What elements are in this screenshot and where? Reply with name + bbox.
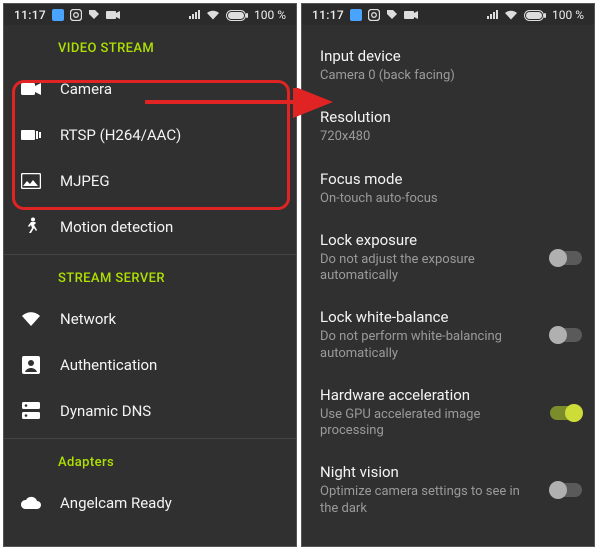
setting-title: Lock exposure xyxy=(320,231,534,249)
image-icon xyxy=(20,173,42,189)
setting-resolution[interactable]: Resolution 720x480 xyxy=(302,96,594,157)
instagram-icon xyxy=(368,9,380,21)
setting-subtitle: Camera 0 (back facing) xyxy=(320,68,534,84)
run-icon xyxy=(20,217,42,237)
item-authentication[interactable]: Authentication xyxy=(4,342,296,388)
item-mjpeg[interactable]: MJPEG xyxy=(4,158,296,204)
battery-icon xyxy=(226,10,248,21)
signal-icon xyxy=(486,10,498,20)
item-motion-detection[interactable]: Motion detection xyxy=(4,204,296,250)
toggle-switch[interactable] xyxy=(550,251,582,265)
clock: 11:17 xyxy=(312,8,344,22)
camera-icon xyxy=(404,10,418,20)
setting-focus-mode[interactable]: Focus mode On-touch auto-focus xyxy=(302,158,594,219)
battery-percent: 100 % xyxy=(254,8,286,22)
phone-right: 11:17 100 % Input device Camera 0 (back … xyxy=(301,3,595,547)
setting-subtitle: On-touch auto-focus xyxy=(320,191,534,207)
divider xyxy=(4,438,296,439)
setting-title: Input device xyxy=(320,47,534,65)
signal-icon xyxy=(188,10,200,20)
item-label: RTSP (H264/AAC) xyxy=(60,126,181,144)
status-bar: 11:17 100 % xyxy=(302,4,594,25)
setting-subtitle: Use GPU accelerated image processing xyxy=(320,407,534,440)
app-icon xyxy=(52,9,64,21)
section-stream-server: STREAM SERVER xyxy=(4,259,296,296)
clock: 11:17 xyxy=(14,8,46,22)
item-angelcam[interactable]: Angelcam Ready xyxy=(4,480,296,526)
dns-icon xyxy=(20,402,42,420)
setting-hardware-acceleration[interactable]: Hardware acceleration Use GPU accelerate… xyxy=(302,374,594,452)
item-rtsp[interactable]: RTSP (H264/AAC) xyxy=(4,112,296,158)
wifi-icon xyxy=(504,10,518,20)
battery-percent: 100 % xyxy=(552,8,584,22)
setting-subtitle: Do not perform white-balancing automatic… xyxy=(320,329,534,362)
toggle-switch[interactable] xyxy=(550,328,582,342)
setting-subtitle: Optimize camera settings to see in the d… xyxy=(320,484,534,517)
setting-title: Focus mode xyxy=(320,170,534,188)
tag-icon xyxy=(88,9,100,21)
cloud-icon xyxy=(20,496,42,510)
setting-title: Night vision xyxy=(320,463,534,481)
videocam-icon xyxy=(20,82,42,96)
instagram-icon xyxy=(70,9,82,21)
item-label: Angelcam Ready xyxy=(60,494,172,512)
app-icon xyxy=(350,9,362,21)
setting-title: Hardware acceleration xyxy=(320,386,534,404)
setting-subtitle: Do not adjust the exposure automatically xyxy=(320,252,534,285)
setting-lock-exposure[interactable]: Lock exposure Do not adjust the exposure… xyxy=(302,219,594,297)
section-adapters: Adapters xyxy=(4,443,296,480)
setting-title: Resolution xyxy=(320,108,534,126)
item-camera[interactable]: Camera xyxy=(4,66,296,112)
status-bar: 11:17 100 % xyxy=(4,4,296,25)
item-label: MJPEG xyxy=(60,172,110,190)
item-dynamic-dns[interactable]: Dynamic DNS xyxy=(4,388,296,434)
setting-input-device[interactable]: Input device Camera 0 (back facing) xyxy=(302,35,594,96)
stream-icon xyxy=(20,128,42,142)
item-label: Motion detection xyxy=(60,218,173,236)
section-video-stream: VIDEO STREAM xyxy=(4,25,296,66)
wifi-icon xyxy=(20,311,42,327)
battery-icon xyxy=(524,10,546,21)
setting-subtitle: 720x480 xyxy=(320,129,534,145)
toggle-switch[interactable] xyxy=(550,483,582,497)
item-label: Camera xyxy=(60,80,112,98)
item-label: Dynamic DNS xyxy=(60,402,151,420)
setting-title: Lock white-balance xyxy=(320,308,534,326)
camera-icon xyxy=(106,10,120,20)
divider xyxy=(4,254,296,255)
setting-lock-white-balance[interactable]: Lock white-balance Do not perform white-… xyxy=(302,296,594,374)
item-network[interactable]: Network xyxy=(4,296,296,342)
item-label: Authentication xyxy=(60,356,157,374)
item-label: Network xyxy=(60,310,116,328)
setting-night-vision[interactable]: Night vision Optimize camera settings to… xyxy=(302,451,594,529)
account-box-icon xyxy=(20,356,42,374)
wifi-icon xyxy=(206,10,220,20)
toggle-switch[interactable] xyxy=(550,406,582,420)
tag-icon xyxy=(386,9,398,21)
phone-left: 11:17 100 % VIDEO STREAM Camera xyxy=(3,3,297,547)
